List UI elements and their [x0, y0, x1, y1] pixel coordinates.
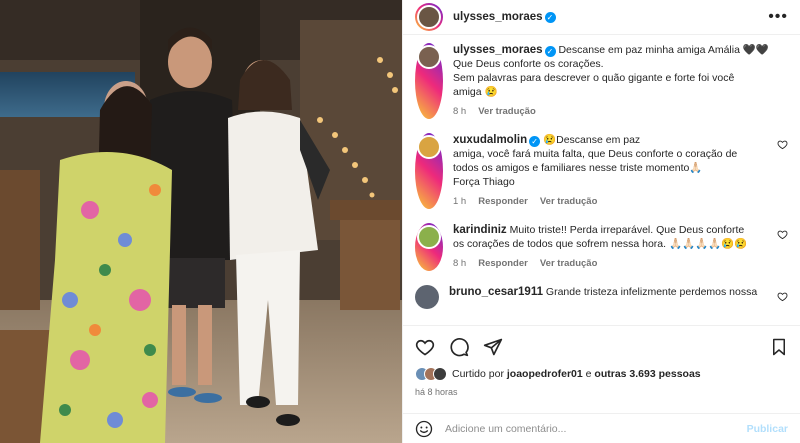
comment-avatar[interactable]: [415, 285, 439, 309]
comment-username[interactable]: xuxudalmolin: [453, 134, 527, 146]
comment-time: 8 h: [453, 258, 467, 269]
share-icon[interactable]: [483, 337, 503, 357]
save-icon[interactable]: [770, 337, 788, 357]
post-photo[interactable]: [0, 0, 402, 443]
comments-list: ulysses_moraes ✓ Descanse em paz minha am…: [403, 43, 800, 325]
comment-text-line: Força Thiago: [453, 176, 515, 188]
comment-avatar-ring[interactable]: [415, 43, 443, 119]
comment-time: 8 h: [453, 106, 467, 117]
verified-badge-icon: ✓: [544, 11, 556, 23]
likes-others-link[interactable]: outras 3.693 pessoas: [594, 368, 700, 380]
comment-text-line: Grande tristeza infelizmente perdemos no…: [545, 286, 758, 298]
comment-avatar: [417, 135, 441, 159]
comment-text-line: Sem palavras para descrever o quão gigan…: [453, 72, 735, 84]
comment-username[interactable]: bruno_cesar1911: [449, 286, 543, 298]
author-avatar: [417, 5, 441, 29]
post-header: ulysses_moraes ✓ •••: [403, 0, 800, 35]
comment-avatar-ring[interactable]: [415, 133, 443, 209]
comment-text-line: Que Deus conforte os corações.: [453, 58, 604, 70]
translate-link[interactable]: Ver tradução: [540, 195, 598, 209]
author-username[interactable]: ulysses_moraes: [453, 11, 543, 23]
comment-item: karindiniz Muito triste!! Perda irrepará…: [415, 223, 788, 271]
comment-username[interactable]: ulysses_moraes: [453, 44, 543, 56]
verified-badge-icon: ✓: [529, 136, 541, 147]
add-comment-bar: Adicione um comentário... Publicar: [403, 413, 800, 443]
post-time-ago[interactable]: há 8 horas: [415, 387, 788, 397]
like-comment-heart-icon[interactable]: [777, 139, 788, 150]
post-actions: Curtido por joaopedrofer01 e outras 3.69…: [403, 325, 800, 397]
publish-button[interactable]: Publicar: [747, 423, 788, 435]
liker-avatar: [433, 367, 447, 381]
comment-text-line: Descanse em paz minha amiga Amália 🖤🖤: [558, 44, 770, 56]
more-options-icon[interactable]: •••: [768, 8, 788, 26]
like-comment-heart-icon[interactable]: [777, 229, 788, 240]
comment-text-line: amiga 😢: [453, 86, 498, 98]
likes-connector: e: [585, 368, 592, 380]
photo-illustration: [0, 0, 402, 443]
comment-text-line: os corações de todos que sofrem nessa ho…: [453, 238, 748, 250]
likes-summary: Curtido por joaopedrofer01 e outras 3.69…: [415, 367, 788, 381]
comment-time: 1 h: [453, 196, 467, 207]
comment-input[interactable]: Adicione um comentário...: [445, 423, 747, 435]
author-avatar-ring[interactable]: [415, 3, 443, 31]
translate-link[interactable]: Ver tradução: [540, 257, 598, 271]
comment-item: xuxudalmolin ✓ 😢Descanse em paz amiga, vo…: [415, 133, 788, 209]
comment-text-line: 😢Descanse em paz: [543, 134, 641, 146]
comment-item: bruno_cesar1911 Grande tristeza infelizm…: [415, 285, 788, 309]
reply-link[interactable]: Responder: [478, 195, 528, 209]
comment-text-line: todos os amigos e familiares nesse trist…: [453, 162, 703, 174]
verified-badge-icon: ✓: [544, 46, 556, 57]
comment-text-line: Muito triste!! Perda irreparável. Que De…: [509, 224, 745, 236]
likes-prefix: Curtido por: [452, 368, 504, 380]
reply-link[interactable]: Responder: [478, 257, 528, 271]
emoji-icon[interactable]: [415, 420, 433, 438]
translate-link[interactable]: Ver tradução: [478, 105, 536, 119]
likes-user-link[interactable]: joaopedrofer01: [507, 368, 583, 380]
heart-icon[interactable]: [415, 337, 435, 357]
like-comment-heart-icon[interactable]: [777, 291, 788, 302]
comment-avatar-ring[interactable]: [415, 223, 443, 271]
comment-icon[interactable]: [449, 337, 469, 357]
comment-item: ulysses_moraes ✓ Descanse em paz minha am…: [415, 43, 788, 119]
comment-avatar: [417, 225, 441, 249]
post-side-panel: ulysses_moraes ✓ ••• ulysses_moraes ✓ Des…: [402, 0, 800, 443]
comment-text-line: amiga, você fará muita falta, que Deus c…: [453, 148, 738, 160]
comment-avatar: [417, 45, 441, 69]
comment-username[interactable]: karindiniz: [453, 224, 507, 236]
